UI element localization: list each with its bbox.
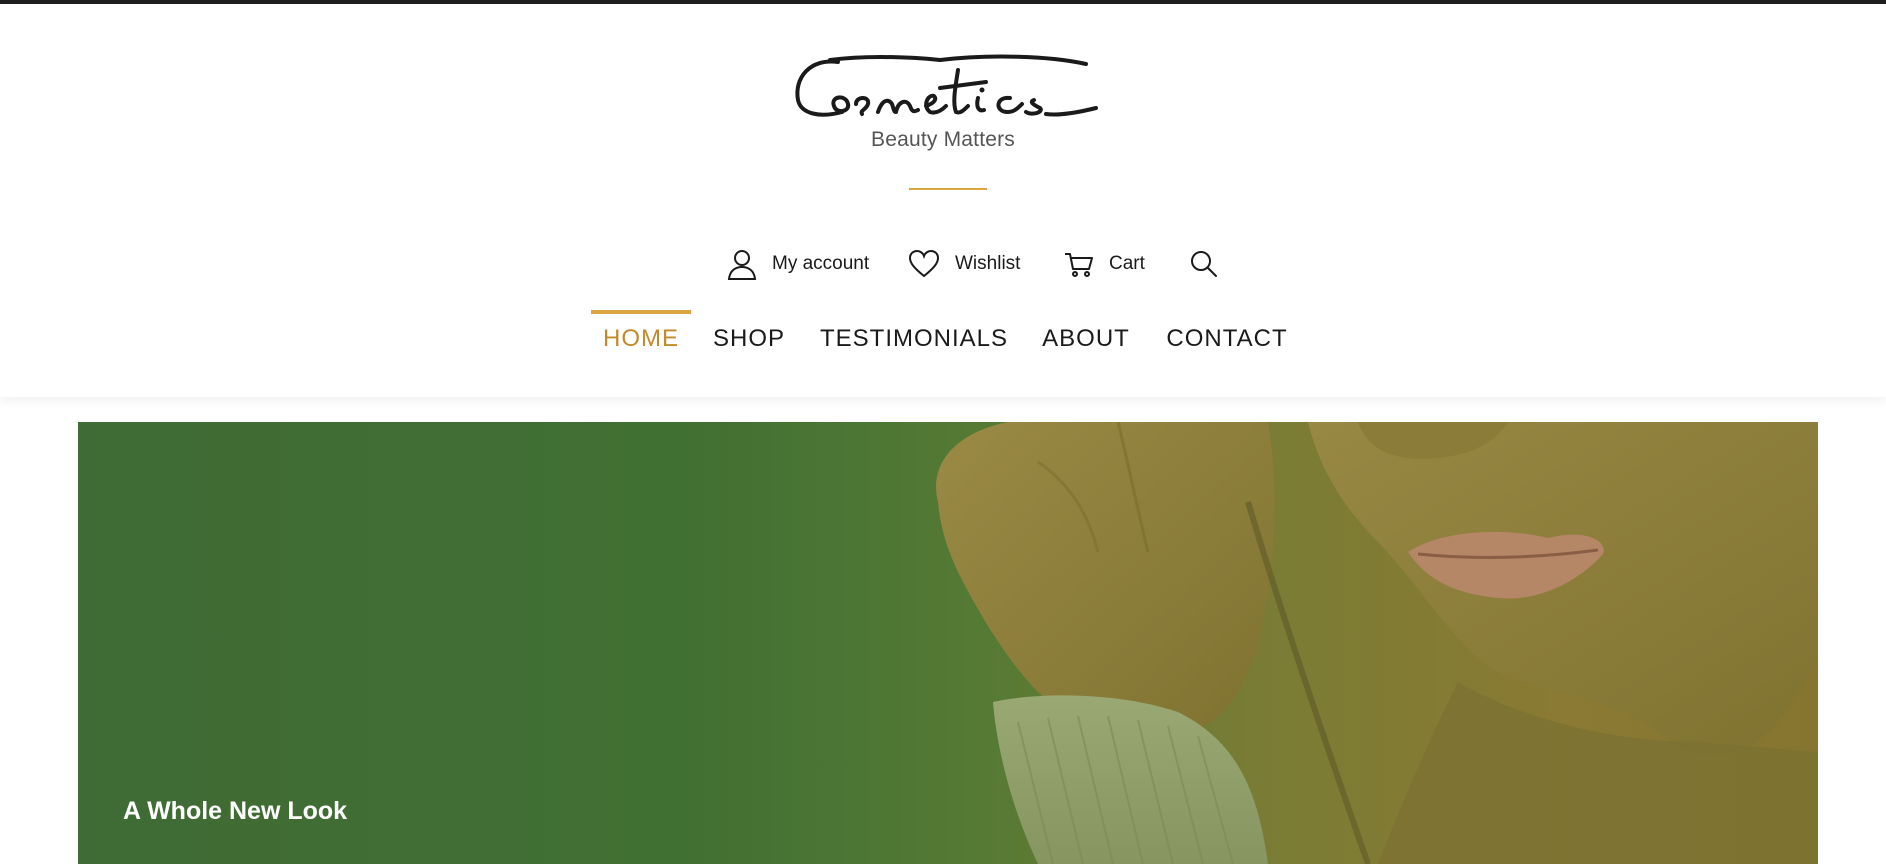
main-navigation: HOME SHOP TESTIMONIALS ABOUT CONTACT xyxy=(0,309,1886,369)
nav-item-testimonials[interactable]: TESTIMONIALS xyxy=(813,309,1015,369)
wishlist-label: Wishlist xyxy=(955,253,1021,274)
nav-item-home[interactable]: HOME xyxy=(591,309,691,369)
search-icon xyxy=(1191,251,1217,277)
cart-label: Cart xyxy=(1109,253,1145,274)
site-tagline: Beauty Matters xyxy=(870,128,1016,151)
utility-bar: My account Wishlist Cart xyxy=(0,244,1886,284)
nav-item-about[interactable]: ABOUT xyxy=(1038,309,1134,369)
site-logo[interactable] xyxy=(790,48,1100,132)
my-account-link[interactable]: My account xyxy=(727,244,869,284)
cosmetics-logo-script xyxy=(795,54,1098,117)
search-button[interactable] xyxy=(1190,244,1218,284)
hero-banner: A Whole New Look xyxy=(78,422,1818,864)
cart-icon xyxy=(1065,253,1093,277)
site-header: Beauty Matters My account Wishlist Cart … xyxy=(0,4,1886,397)
wishlist-link[interactable]: Wishlist xyxy=(908,244,1020,284)
hero-title: A Whole New Look xyxy=(123,797,348,825)
user-icon xyxy=(727,250,757,280)
cart-link[interactable]: Cart xyxy=(1064,244,1145,284)
heart-icon xyxy=(908,249,940,278)
nav-item-shop[interactable]: SHOP xyxy=(707,309,791,369)
nav-item-contact[interactable]: CONTACT xyxy=(1162,309,1292,369)
logo-divider xyxy=(909,188,987,190)
my-account-label: My account xyxy=(772,253,870,274)
